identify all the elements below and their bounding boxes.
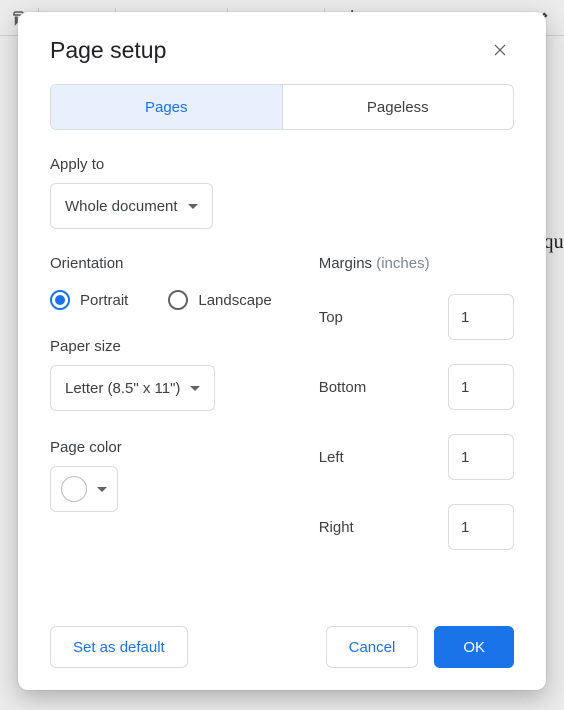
chevron-down-icon [190, 386, 200, 391]
cancel-button[interactable]: Cancel [326, 626, 419, 668]
margin-bottom-label: Bottom [319, 379, 367, 396]
tab-pageless[interactable]: Pageless [282, 85, 514, 129]
margin-right-label: Right [319, 519, 354, 536]
ok-button[interactable]: OK [434, 626, 514, 668]
page-setup-dialog: Page setup Pages Pageless Apply to Whole… [18, 12, 546, 690]
chevron-down-icon [188, 204, 198, 209]
radio-landscape[interactable]: Landscape [168, 290, 271, 310]
apply-to-dropdown[interactable]: Whole document [50, 183, 213, 229]
mode-tabs: Pages Pageless [50, 84, 514, 130]
margin-top-label: Top [319, 309, 343, 326]
paper-size-dropdown[interactable]: Letter (8.5" x 11") [50, 365, 215, 411]
margin-left-input[interactable] [448, 434, 514, 480]
margin-top-input[interactable] [448, 294, 514, 340]
page-color-label: Page color [50, 439, 289, 456]
color-swatch [61, 476, 87, 502]
radio-unselected-icon [168, 290, 188, 310]
chevron-down-icon [97, 487, 107, 492]
margin-bottom-input[interactable] [448, 364, 514, 410]
orientation-label: Orientation [50, 255, 289, 272]
radio-portrait[interactable]: Portrait [50, 290, 128, 310]
radio-selected-icon [50, 290, 70, 310]
tab-pages[interactable]: Pages [51, 85, 282, 129]
apply-to-label: Apply to [50, 156, 514, 173]
paper-size-value: Letter (8.5" x 11") [65, 380, 180, 397]
margin-right-input[interactable] [448, 504, 514, 550]
paper-size-label: Paper size [50, 338, 289, 355]
page-title: Page setup [50, 37, 166, 64]
close-icon [492, 42, 508, 58]
page-color-dropdown[interactable] [50, 466, 118, 512]
margins-label: Margins (inches) [319, 255, 514, 272]
margin-left-label: Left [319, 449, 344, 466]
apply-to-value: Whole document [65, 198, 178, 215]
set-as-default-button[interactable]: Set as default [50, 626, 188, 668]
close-button[interactable] [486, 36, 514, 64]
